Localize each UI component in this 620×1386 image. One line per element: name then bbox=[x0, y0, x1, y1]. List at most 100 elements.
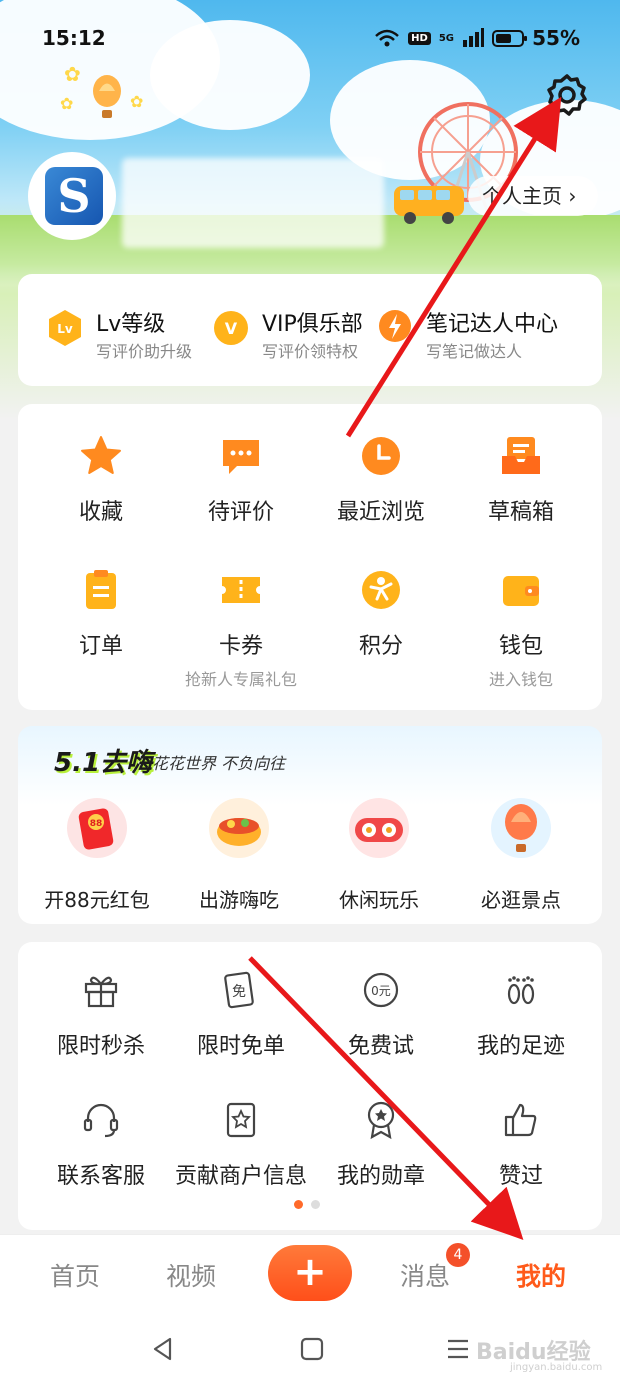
promo-label: 出游嗨吃 bbox=[199, 888, 279, 912]
tab-video[interactable]: 视频 bbox=[166, 1257, 216, 1293]
tool-item-footprints[interactable]: 我的足迹 bbox=[448, 970, 594, 1060]
level-title: VIP俱乐部 bbox=[262, 312, 363, 337]
promo-item-red-packet[interactable]: 88 开88元红包 bbox=[24, 796, 170, 913]
username-blurred bbox=[122, 158, 384, 248]
messages-badge: 4 bbox=[446, 1243, 470, 1267]
svg-text:88: 88 bbox=[90, 819, 103, 829]
tool-label: 赞过 bbox=[498, 1164, 543, 1189]
signal-icon bbox=[463, 28, 484, 47]
tool-item-my-medals[interactable]: 我的勋章 bbox=[308, 1100, 454, 1190]
avatar[interactable]: S bbox=[28, 152, 116, 240]
flower-icon: ✿ bbox=[130, 92, 144, 111]
avatar-logo-icon: S bbox=[45, 167, 103, 225]
create-post-button[interactable]: + bbox=[268, 1245, 352, 1301]
grid-label: 收藏 bbox=[78, 500, 123, 525]
wifi-icon bbox=[375, 29, 399, 47]
points-icon bbox=[362, 571, 400, 609]
tools-grid: 限时秒杀 免 限时免单 0元 免费试 我的足迹 联系客服 贡献商户信息 我的勋章… bbox=[18, 942, 602, 1230]
tool-label: 贡献商户信息 bbox=[174, 1164, 307, 1189]
shop-info-icon bbox=[226, 1102, 256, 1138]
promo-item-attractions[interactable]: 必逛景点 bbox=[448, 796, 594, 913]
grid-item-drafts[interactable]: 草稿箱 bbox=[448, 434, 594, 526]
grid-item-recent-views[interactable]: 最近浏览 bbox=[308, 434, 454, 526]
comment-icon bbox=[223, 440, 259, 474]
tool-item-free-order[interactable]: 免 限时免单 bbox=[168, 970, 314, 1060]
promo-card[interactable]: 5.1去嗨 花花世界 不负向往 88 开88元红包 出游嗨吃 休闲玩乐 必逛景点 bbox=[18, 726, 602, 924]
grid-sublabel: 进入钱包 bbox=[488, 670, 553, 689]
grid-item-favorites[interactable]: 收藏 bbox=[28, 434, 174, 526]
svg-text:Lv: Lv bbox=[57, 322, 73, 336]
tab-home[interactable]: 首页 bbox=[50, 1257, 100, 1293]
grid-label: 草稿箱 bbox=[487, 500, 554, 525]
grid-item-wallet[interactable]: 钱包 进入钱包 bbox=[448, 568, 594, 690]
level-subtitle: 写评价领特权 bbox=[262, 342, 359, 361]
watermark-url: jingyan.baidu.com bbox=[510, 1362, 603, 1373]
level-card: Lv Lv等级 写评价助升级 V VIP俱乐部 写评价领特权 笔记达人中心 写笔… bbox=[18, 274, 602, 386]
tool-item-flash-sale[interactable]: 限时秒杀 bbox=[28, 970, 174, 1060]
tab-messages[interactable]: 消息 bbox=[400, 1257, 450, 1293]
promo-label: 开88元红包 bbox=[44, 888, 150, 912]
tool-item-contribute-merchant[interactable]: 贡献商户信息 bbox=[168, 1100, 314, 1190]
tool-label: 限时秒杀 bbox=[56, 1034, 145, 1059]
svg-text:免: 免 bbox=[232, 984, 246, 1000]
menu-icon[interactable] bbox=[446, 1338, 470, 1360]
bottom-tab-bar: 首页 视频 + 消息 4 我的 bbox=[0, 1234, 620, 1314]
wallet-icon bbox=[503, 576, 539, 606]
red-packet-icon: 88 bbox=[67, 798, 127, 858]
flower-icon: ✿ bbox=[60, 94, 74, 113]
svg-text:V: V bbox=[225, 319, 238, 338]
promo-item-food[interactable]: 出游嗨吃 bbox=[166, 796, 312, 913]
back-icon[interactable] bbox=[150, 1336, 176, 1362]
grid-label: 订单 bbox=[78, 634, 123, 659]
tool-label: 我的勋章 bbox=[336, 1164, 425, 1189]
free-trial-icon: 0元 bbox=[363, 972, 399, 1008]
promo-label: 必逛景点 bbox=[481, 888, 561, 912]
grid-item-coupons[interactable]: 卡券 抢新人专属礼包 bbox=[168, 568, 314, 690]
battery-percentage: 55% bbox=[532, 26, 580, 50]
grid-sublabel: 抢新人专属礼包 bbox=[184, 670, 297, 689]
lv-icon: Lv bbox=[49, 310, 81, 346]
level-subtitle: 写评价助升级 bbox=[96, 342, 193, 361]
flower-icon: ✿ bbox=[64, 62, 81, 86]
medal-icon bbox=[367, 1101, 395, 1140]
tab-messages-label: 消息 bbox=[400, 1262, 451, 1291]
level-subtitle: 写笔记做达人 bbox=[426, 342, 523, 361]
promo-item-games[interactable]: 休闲玩乐 bbox=[306, 796, 452, 913]
draft-box-icon bbox=[502, 437, 540, 474]
page-indicator bbox=[294, 1200, 320, 1209]
personal-homepage-button[interactable]: 个人主页 › bbox=[468, 176, 598, 216]
tool-item-liked[interactable]: 赞过 bbox=[448, 1100, 594, 1190]
settings-gear-icon[interactable] bbox=[544, 72, 590, 118]
tool-label: 限时免单 bbox=[196, 1034, 285, 1059]
coupon-icon bbox=[222, 577, 260, 603]
home-square-icon[interactable] bbox=[300, 1336, 324, 1362]
battery-icon bbox=[492, 30, 527, 47]
footprint-icon bbox=[507, 976, 535, 1005]
star-icon bbox=[81, 436, 121, 474]
network-label: 5G bbox=[438, 32, 454, 44]
page-dot-active bbox=[294, 1200, 303, 1209]
level-title: Lv等级 bbox=[96, 312, 166, 337]
tab-mine[interactable]: 我的 bbox=[516, 1257, 566, 1293]
tool-item-customer-service[interactable]: 联系客服 bbox=[28, 1100, 174, 1190]
grid-label: 最近浏览 bbox=[336, 500, 425, 525]
grid-item-pending-review[interactable]: 待评价 bbox=[168, 434, 314, 526]
grid-label: 钱包 bbox=[498, 634, 543, 659]
hd-icon: HD bbox=[408, 31, 431, 45]
tool-label: 我的足迹 bbox=[476, 1034, 565, 1059]
promo-title: 5.1去嗨 bbox=[54, 748, 153, 778]
page-dot[interactable] bbox=[311, 1200, 320, 1209]
balloon-icon bbox=[491, 798, 551, 858]
grid-label: 积分 bbox=[358, 634, 403, 659]
level-title: 笔记达人中心 bbox=[426, 312, 559, 337]
bus-icon bbox=[394, 186, 464, 224]
gift-icon bbox=[84, 976, 118, 1008]
free-ticket-icon: 免 bbox=[224, 971, 254, 1009]
status-time: 15:12 bbox=[42, 26, 106, 50]
grid-label: 待评价 bbox=[207, 500, 274, 525]
grid-item-orders[interactable]: 订单 bbox=[28, 568, 174, 660]
main-function-grid: 收藏 待评价 最近浏览 草稿箱 订单 卡券 抢新人专属礼包 积分 钱包 进入钱包 bbox=[18, 404, 602, 710]
grid-item-points[interactable]: 积分 bbox=[308, 568, 454, 660]
tool-item-free-trial[interactable]: 0元 免费试 bbox=[308, 970, 454, 1060]
tool-label: 联系客服 bbox=[56, 1164, 145, 1189]
